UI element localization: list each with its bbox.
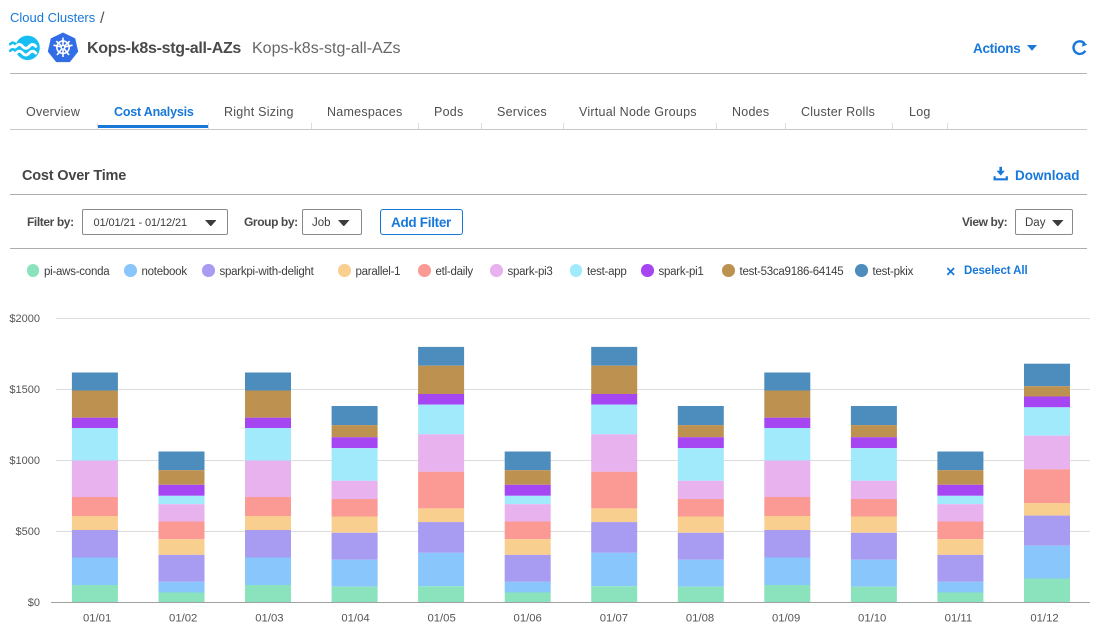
svg-text:01/10: 01/10 — [858, 613, 886, 625]
svg-text:01/04: 01/04 — [341, 613, 369, 625]
svg-text:$0: $0 — [28, 597, 40, 609]
svg-text:$1000: $1000 — [9, 455, 40, 467]
svg-text:01/01: 01/01 — [83, 613, 111, 625]
svg-text:$500: $500 — [16, 526, 40, 538]
svg-text:01/08: 01/08 — [686, 613, 714, 625]
svg-text:01/11: 01/11 — [945, 613, 972, 625]
svg-text:01/05: 01/05 — [427, 613, 455, 625]
svg-text:01/12: 01/12 — [1030, 613, 1058, 625]
svg-text:$1500: $1500 — [9, 384, 40, 396]
svg-text:$2000: $2000 — [9, 313, 40, 325]
svg-text:01/02: 01/02 — [169, 613, 197, 625]
svg-text:01/09: 01/09 — [772, 613, 800, 625]
svg-text:01/03: 01/03 — [255, 613, 283, 625]
svg-text:01/06: 01/06 — [514, 613, 542, 625]
svg-text:01/07: 01/07 — [600, 613, 628, 625]
